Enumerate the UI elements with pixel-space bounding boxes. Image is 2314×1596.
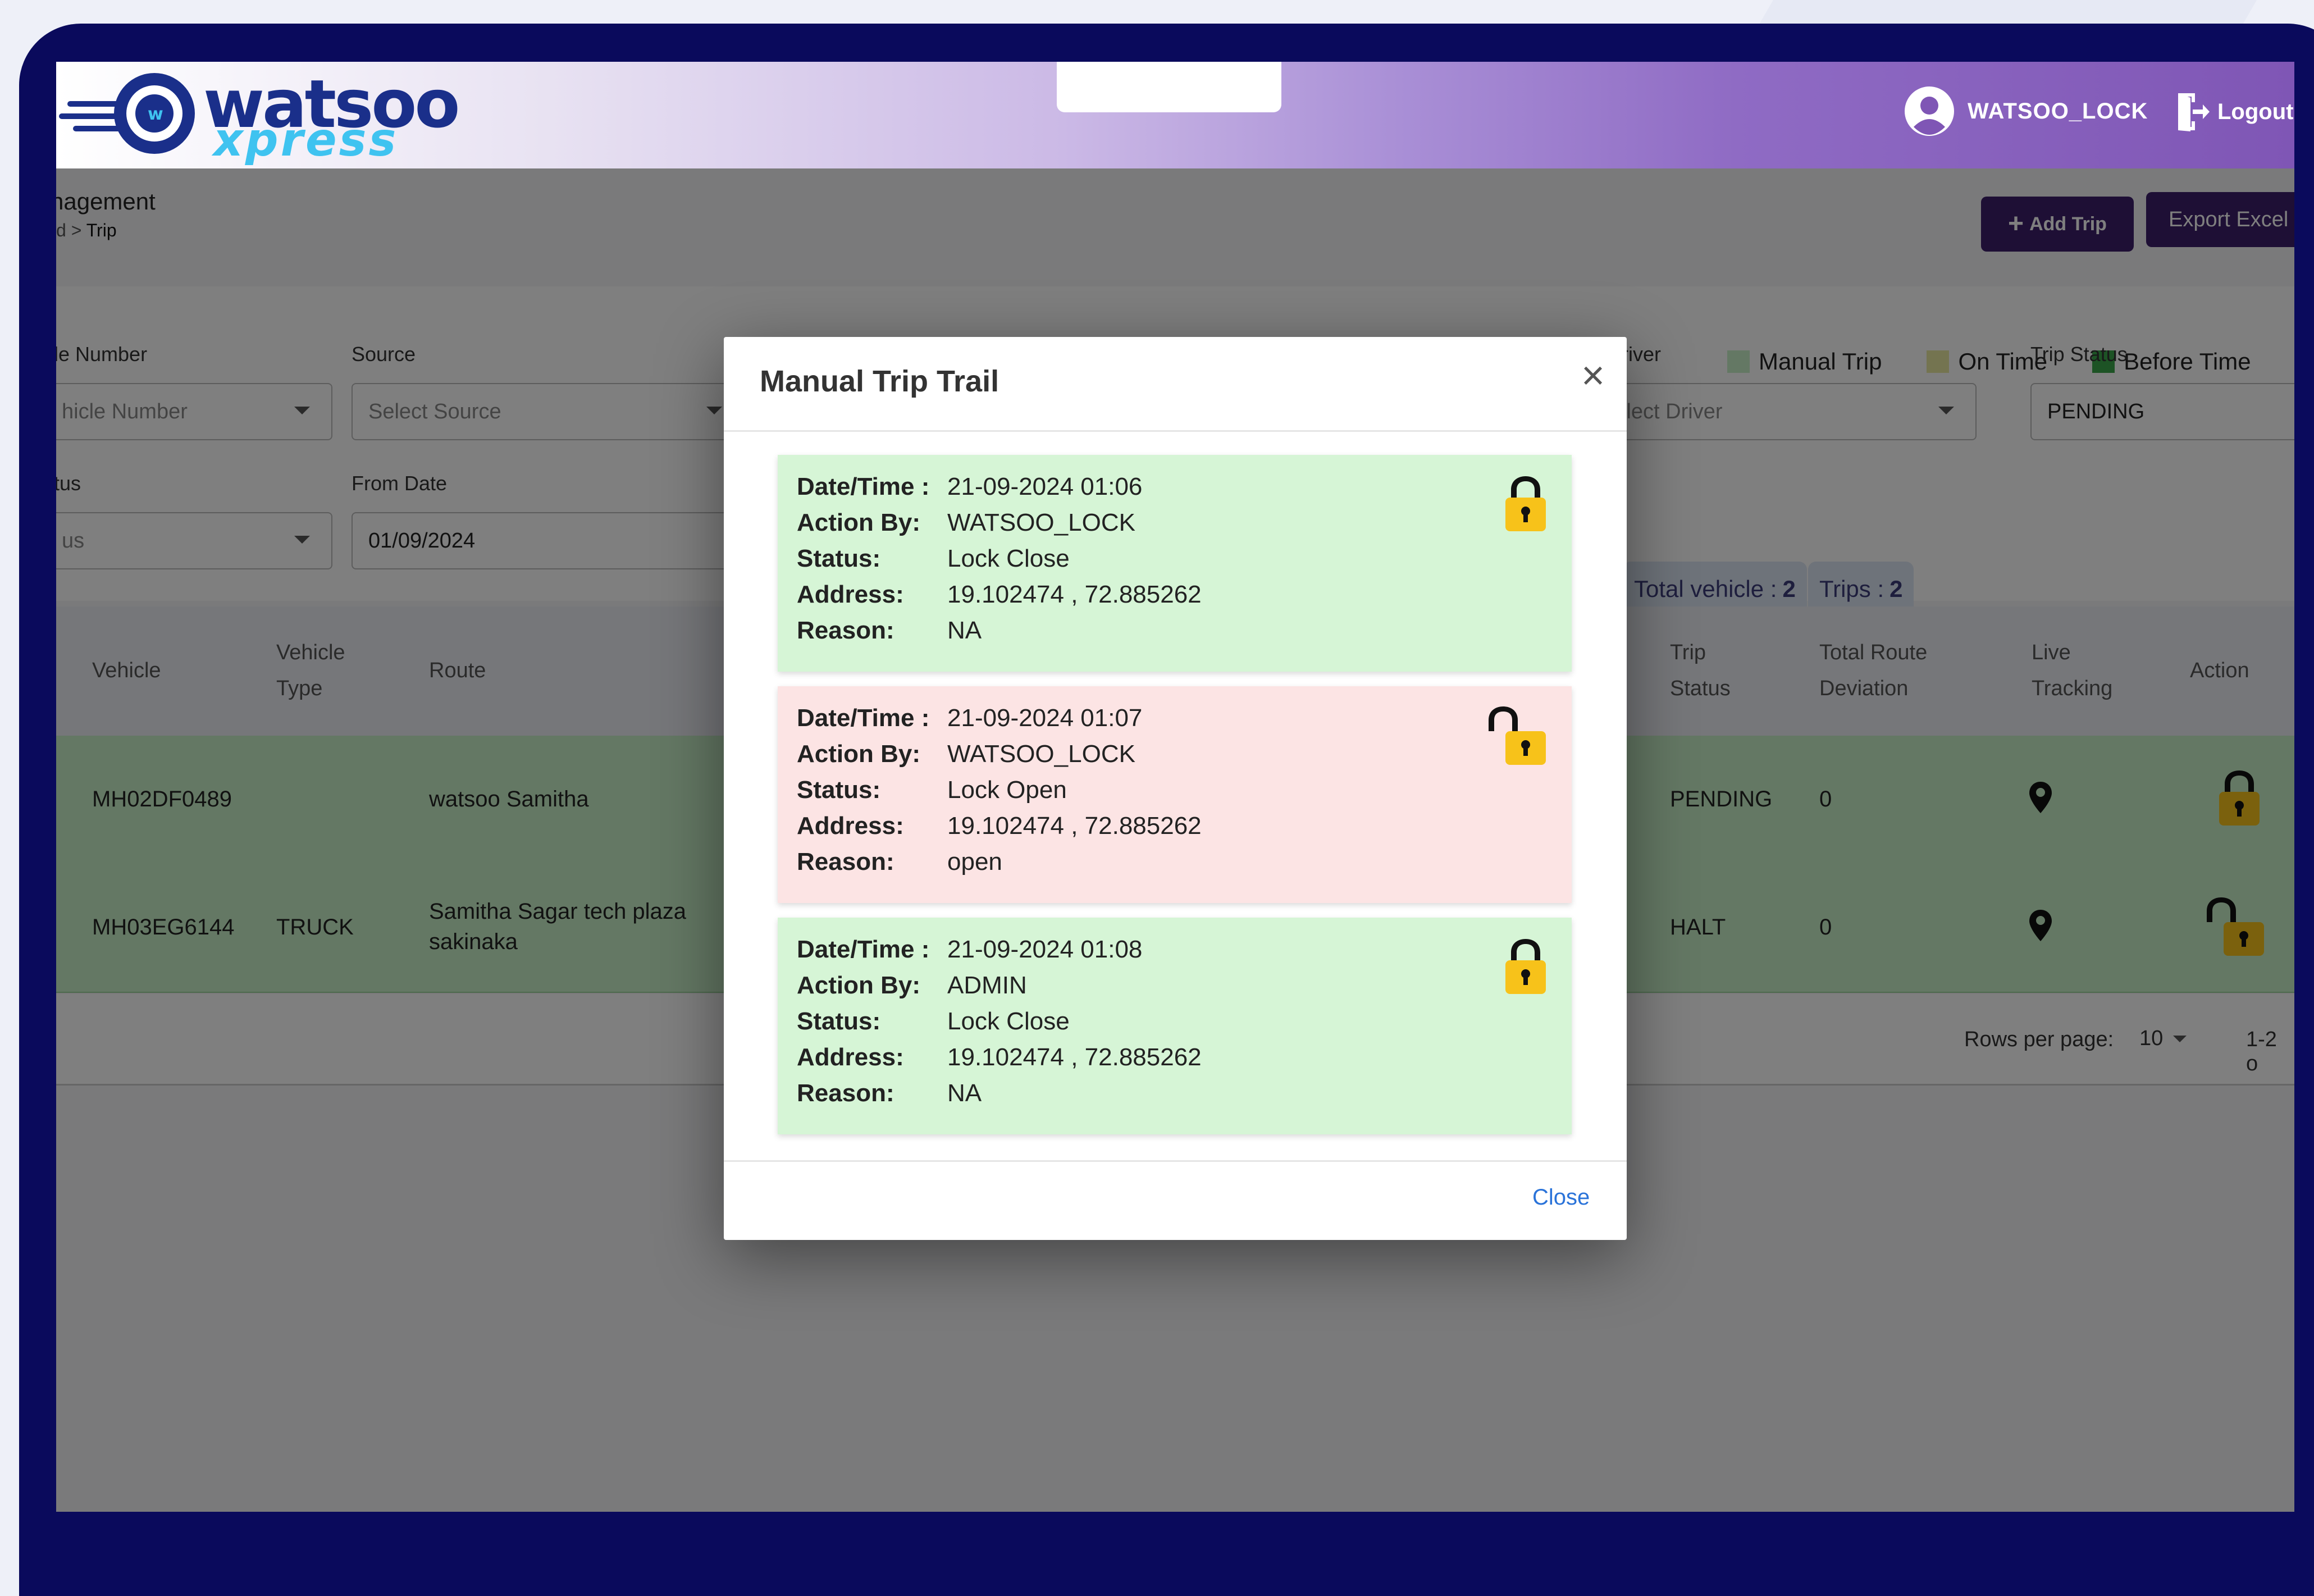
address-label: Address:: [797, 812, 904, 840]
datetime-value: 21-09-2024 01:08: [947, 936, 1143, 963]
reason-value: open: [947, 848, 1002, 875]
address-label: Address:: [797, 1043, 904, 1071]
datetime-label: Date/Time :: [797, 936, 930, 963]
datetime-label: Date/Time :: [797, 704, 930, 732]
header-backdrop: [56, 62, 2294, 168]
reason-label: Reason:: [797, 1079, 894, 1107]
divider: [724, 1160, 1627, 1162]
address-value: 19.102474 , 72.885262: [947, 1043, 1202, 1071]
status-label: Status:: [797, 1007, 881, 1035]
datetime-label: Date/Time :: [797, 473, 930, 500]
action-by-value: ADMIN: [947, 972, 1027, 999]
manual-trip-trail-dialog: Manual Trip Trail × Date/Time : 21-09-20…: [724, 337, 1627, 1240]
modal-title: Manual Trip Trail: [760, 364, 999, 398]
action-by-label: Action By:: [797, 740, 920, 768]
lock-closed-icon: [1505, 939, 1546, 994]
datetime-value: 21-09-2024 01:07: [947, 704, 1143, 732]
reason-value: NA: [947, 1079, 982, 1107]
datetime-value: 21-09-2024 01:06: [947, 473, 1143, 500]
status-value: Lock Open: [947, 776, 1067, 804]
address-value: 19.102474 , 72.885262: [947, 581, 1202, 608]
reason-value: NA: [947, 617, 982, 644]
lock-open-icon: [1489, 706, 1546, 765]
status-value: Lock Close: [947, 545, 1070, 572]
divider: [724, 430, 1627, 432]
status-label: Status:: [797, 545, 881, 572]
action-by-value: WATSOO_LOCK: [947, 509, 1135, 536]
lock-closed-icon: [1505, 476, 1546, 531]
status-value: Lock Close: [947, 1007, 1070, 1035]
action-by-label: Action By:: [797, 509, 920, 536]
reason-label: Reason:: [797, 848, 894, 875]
app-screen: w watsoo xpress WATSOO_LOCK Logout nagem…: [56, 62, 2294, 1512]
action-by-label: Action By:: [797, 972, 920, 999]
address-value: 19.102474 , 72.885262: [947, 812, 1202, 840]
close-button[interactable]: Close: [1532, 1185, 1590, 1210]
close-icon[interactable]: ×: [1576, 355, 1610, 396]
address-label: Address:: [797, 581, 904, 608]
reason-label: Reason:: [797, 617, 894, 644]
trail-entry: Date/Time : 21-09-2024 01:08 Action By: …: [778, 918, 1572, 1134]
trail-entry: Date/Time : 21-09-2024 01:07 Action By: …: [778, 686, 1572, 903]
trail-entry: Date/Time : 21-09-2024 01:06 Action By: …: [778, 455, 1572, 672]
status-label: Status:: [797, 776, 881, 804]
action-by-value: WATSOO_LOCK: [947, 740, 1135, 768]
